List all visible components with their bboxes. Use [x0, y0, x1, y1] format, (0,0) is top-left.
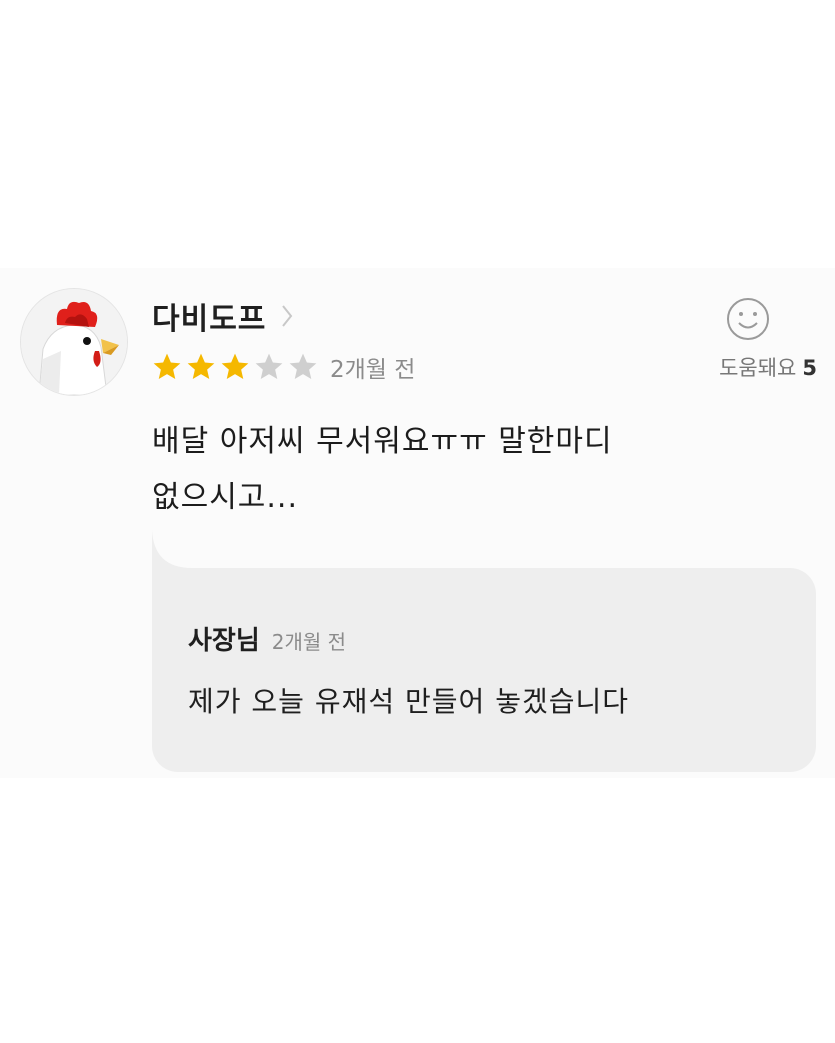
username-row[interactable]: 다비도프 [152, 294, 294, 338]
reply-header: 사장님 2개월 전 [188, 620, 346, 657]
helpful-count: 5 [802, 356, 817, 380]
rating-row: 2개월 전 [150, 350, 415, 384]
owner-reply: 사장님 2개월 전 제가 오늘 유재석 만들어 놓겠습니다 [152, 568, 816, 772]
chevron-right-icon[interactable] [280, 303, 294, 329]
reply-author: 사장님 [188, 626, 260, 656]
star-icon [184, 351, 218, 383]
star-icon [252, 351, 286, 383]
star-rating [150, 351, 320, 383]
star-icon [218, 351, 252, 383]
reply-tail [152, 530, 212, 570]
helpful-label: 도움돼요 [719, 356, 797, 380]
review-text-line: 배달 아저씨 무서워요ㅠㅠ 말한마디 [152, 424, 613, 459]
reply-time: 2개월 전 [271, 630, 347, 654]
smile-face-icon[interactable] [725, 296, 771, 342]
review-text: 배달 아저씨 무서워요ㅠㅠ 말한마디 없으시고... [152, 414, 752, 526]
star-icon [150, 351, 184, 383]
chicken-avatar-icon [21, 289, 127, 395]
review-time: 2개월 전 [330, 357, 416, 383]
review-text-line: 없으시고... [152, 480, 299, 515]
user-avatar[interactable] [20, 288, 128, 396]
star-icon [286, 351, 320, 383]
reply-text: 제가 오늘 유재석 만들어 놓겠습니다 [188, 685, 630, 718]
helpful-button[interactable]: 도움돼요 5 [719, 352, 817, 382]
username[interactable]: 다비도프 [152, 294, 266, 338]
